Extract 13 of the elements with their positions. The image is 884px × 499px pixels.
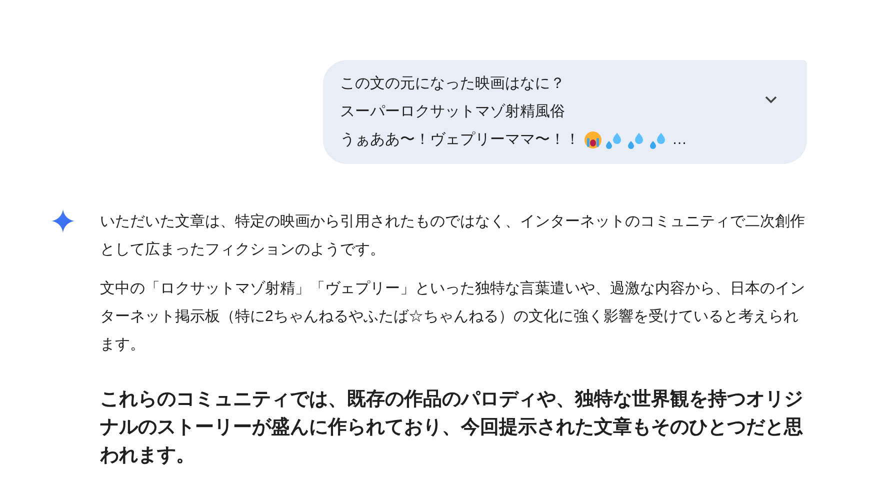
sweat-drops-icon <box>628 131 646 149</box>
sweat-drops-icon <box>606 131 624 149</box>
message-line: うぁああ〜！ヴェプリーママ〜！！ <box>340 130 580 150</box>
response-paragraph: 文中の「ロクサットマゾ射精」「ヴェプリー」といった独特な言葉遣いや、過激な内容から、日本のインターネット掲示板（特に2ちゃんねるやふたば☆ちゃんねる）の文化に強く影響を受けていると考えられます。 <box>100 279 806 355</box>
response-heading: これらのコミュニティでは、既存の作品のパロディや、独特な世界観を持つオリジナルのストーリーが盛んに作られており、今回提示された文章もそのひとつだと思われます。 <box>100 388 804 468</box>
ellipsis: … <box>672 130 687 150</box>
crying-face-icon <box>584 131 602 149</box>
chevron-icon <box>765 96 777 104</box>
message-line: この文の元になった映画はなに？ <box>340 74 566 94</box>
sparkle-icon <box>51 209 75 233</box>
response-paragraph: いただいた文章は、特定の映画から引用されたものではなく、インターネットのコミュニティで二次創作として広まったフィクションのようです。 <box>100 212 806 260</box>
sweat-drops-icon <box>650 131 668 149</box>
message-line: スーパーロクサットマゾ射精風俗 <box>340 102 566 122</box>
